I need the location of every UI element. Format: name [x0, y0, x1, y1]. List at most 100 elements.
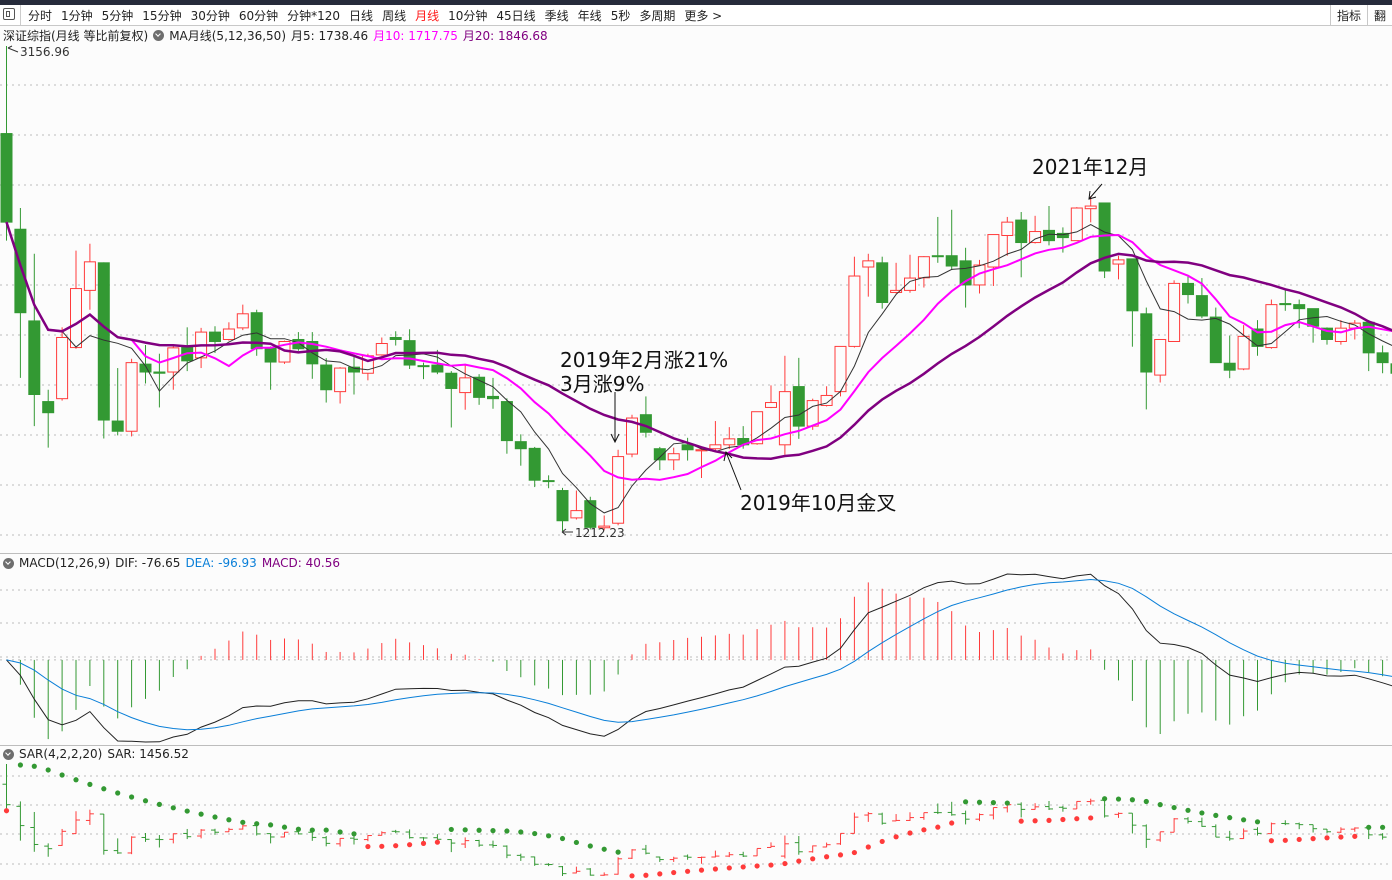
arrow-dec2021 [1088, 183, 1103, 200]
tab-period[interactable]: 多周期 [639, 7, 675, 24]
low-price-label: 1212.23 [575, 526, 625, 540]
sar-dot [59, 772, 65, 778]
tab-period[interactable]: 分时 [28, 7, 52, 24]
high-price-label: 3156.96 [20, 45, 70, 59]
sar-panel [2, 762, 1387, 879]
macd-title[interactable]: MACD(12,26,9) [19, 556, 110, 570]
candle-down [1195, 295, 1208, 317]
candle-up [862, 260, 875, 268]
sar-dot [240, 819, 246, 825]
candle-up [459, 377, 472, 394]
macd-dropdown-icon[interactable] [3, 557, 14, 569]
sar-dot [1060, 816, 1066, 823]
sar-dot [504, 828, 510, 834]
tab-period[interactable]: 周线 [382, 7, 406, 24]
sar-dot [156, 801, 162, 808]
candle-down [1182, 282, 1194, 296]
ma5-value: 月5: 1738.46 [291, 29, 369, 43]
sar-dot [1213, 812, 1219, 818]
sar-dropdown-icon[interactable] [3, 748, 14, 760]
annotation-dec2021: 2021年12月 [1032, 155, 1149, 179]
sar-dot [657, 871, 663, 877]
sar-dot [87, 781, 93, 787]
macd-value: MACD: 40.56 [261, 556, 340, 570]
indicator-dropdown-icon[interactable] [153, 30, 165, 41]
candle-down [528, 447, 541, 481]
main-legend: 深证综指(月线 等比前复权) MA月线(5,12,36,50) 月5: 1738… [3, 27, 548, 44]
tab-period[interactable]: 更多 > [684, 7, 722, 24]
sar-dot [615, 849, 621, 855]
macd-legend: MACD(12,26,9) DIF: -76.65 DEA: -96.93 MA… [3, 556, 340, 570]
tab-period[interactable]: 30分钟 [191, 7, 230, 24]
sar-dot [837, 852, 844, 858]
candle-down [945, 255, 958, 267]
candle-up [1029, 231, 1042, 244]
tab-period[interactable]: 分钟*120 [287, 7, 340, 24]
candle-up [848, 275, 861, 347]
sar-dot [1102, 796, 1108, 802]
candle-up [1112, 259, 1125, 265]
candle-down [1126, 258, 1139, 312]
sar-dot [101, 786, 107, 792]
sar-dot [31, 763, 37, 769]
candle-down [1015, 219, 1028, 244]
candle-down [1376, 352, 1389, 364]
flip-button[interactable]: 翻 [1366, 5, 1392, 25]
candle-down [1279, 303, 1292, 306]
tab-period[interactable]: 5分钟 [102, 7, 134, 24]
sar-dot [476, 827, 482, 833]
sar-dot [1129, 797, 1135, 803]
annotation-feb2019: 2019年2月涨21% [560, 348, 729, 372]
toolbar-right: 指标 翻 [1329, 5, 1392, 25]
sar-dot [1143, 798, 1149, 805]
indicator-button[interactable]: 指标 [1329, 5, 1367, 25]
chart-canvas[interactable] [0, 0, 1392, 880]
sar-dot [740, 864, 746, 870]
sar-dot [295, 826, 301, 832]
candle-up [1084, 205, 1097, 210]
sar-dot [851, 849, 858, 856]
sar-dot [601, 846, 607, 852]
tab-period[interactable]: 10分钟 [448, 7, 487, 24]
candle-up [1334, 327, 1347, 342]
sar-dot [698, 867, 705, 873]
tab-period[interactable]: 15分钟 [142, 7, 181, 24]
candle-down [320, 364, 333, 391]
dif-value: DIF: -76.65 [115, 556, 181, 570]
candle-down [876, 262, 889, 303]
candle-up [334, 367, 347, 393]
annotation-golden-cross: 2019年10月金叉 [740, 491, 897, 515]
sar-dot [1296, 836, 1302, 843]
tab-period[interactable]: 日线 [349, 7, 373, 24]
candle-up [612, 456, 625, 524]
tab-period[interactable]: 5秒 [611, 7, 631, 24]
tab-period[interactable]: 60分钟 [239, 7, 278, 24]
candle-up [1154, 338, 1167, 376]
panel-divider[interactable] [0, 553, 1392, 554]
tab-period[interactable]: 季线 [545, 7, 569, 24]
ma-indicator-label[interactable]: MA月线(5,12,36,50) [169, 27, 286, 44]
sar-dot [337, 829, 343, 835]
sar-dot [1324, 835, 1330, 841]
sar-dot [1088, 815, 1094, 821]
sar-dot [212, 814, 218, 820]
period-tabs: 分时 1分钟 5分钟 15分钟 30分钟 60分钟 分钟*120 日线 周线 月线 10分钟 45日线… [28, 7, 722, 24]
candle-down [514, 441, 527, 450]
panel-divider[interactable] [0, 745, 1392, 746]
candle-down [264, 347, 277, 363]
tab-period[interactable]: 月线 [415, 7, 439, 24]
period-toolbar: 分时 1分钟 5分钟 15分钟 30分钟 60分钟 分钟*120 日线 周线 月线 10分钟 45日线… [0, 5, 1392, 26]
tab-period[interactable]: 45日线 [496, 7, 535, 24]
tab-period[interactable]: 1分钟 [61, 7, 93, 24]
candle-down [417, 365, 430, 368]
candle-down [153, 371, 166, 374]
sar-dot [1241, 817, 1247, 823]
sar-dot [712, 866, 719, 872]
candle-down [487, 395, 499, 400]
candle-up [1070, 207, 1083, 242]
sar-title[interactable]: SAR(4,2,2,20) [19, 747, 102, 761]
sar-dot [921, 827, 927, 833]
tab-period[interactable]: 年线 [578, 7, 602, 24]
sidebar-toggle-icon[interactable] [3, 8, 15, 20]
sar-dot [1171, 804, 1177, 811]
